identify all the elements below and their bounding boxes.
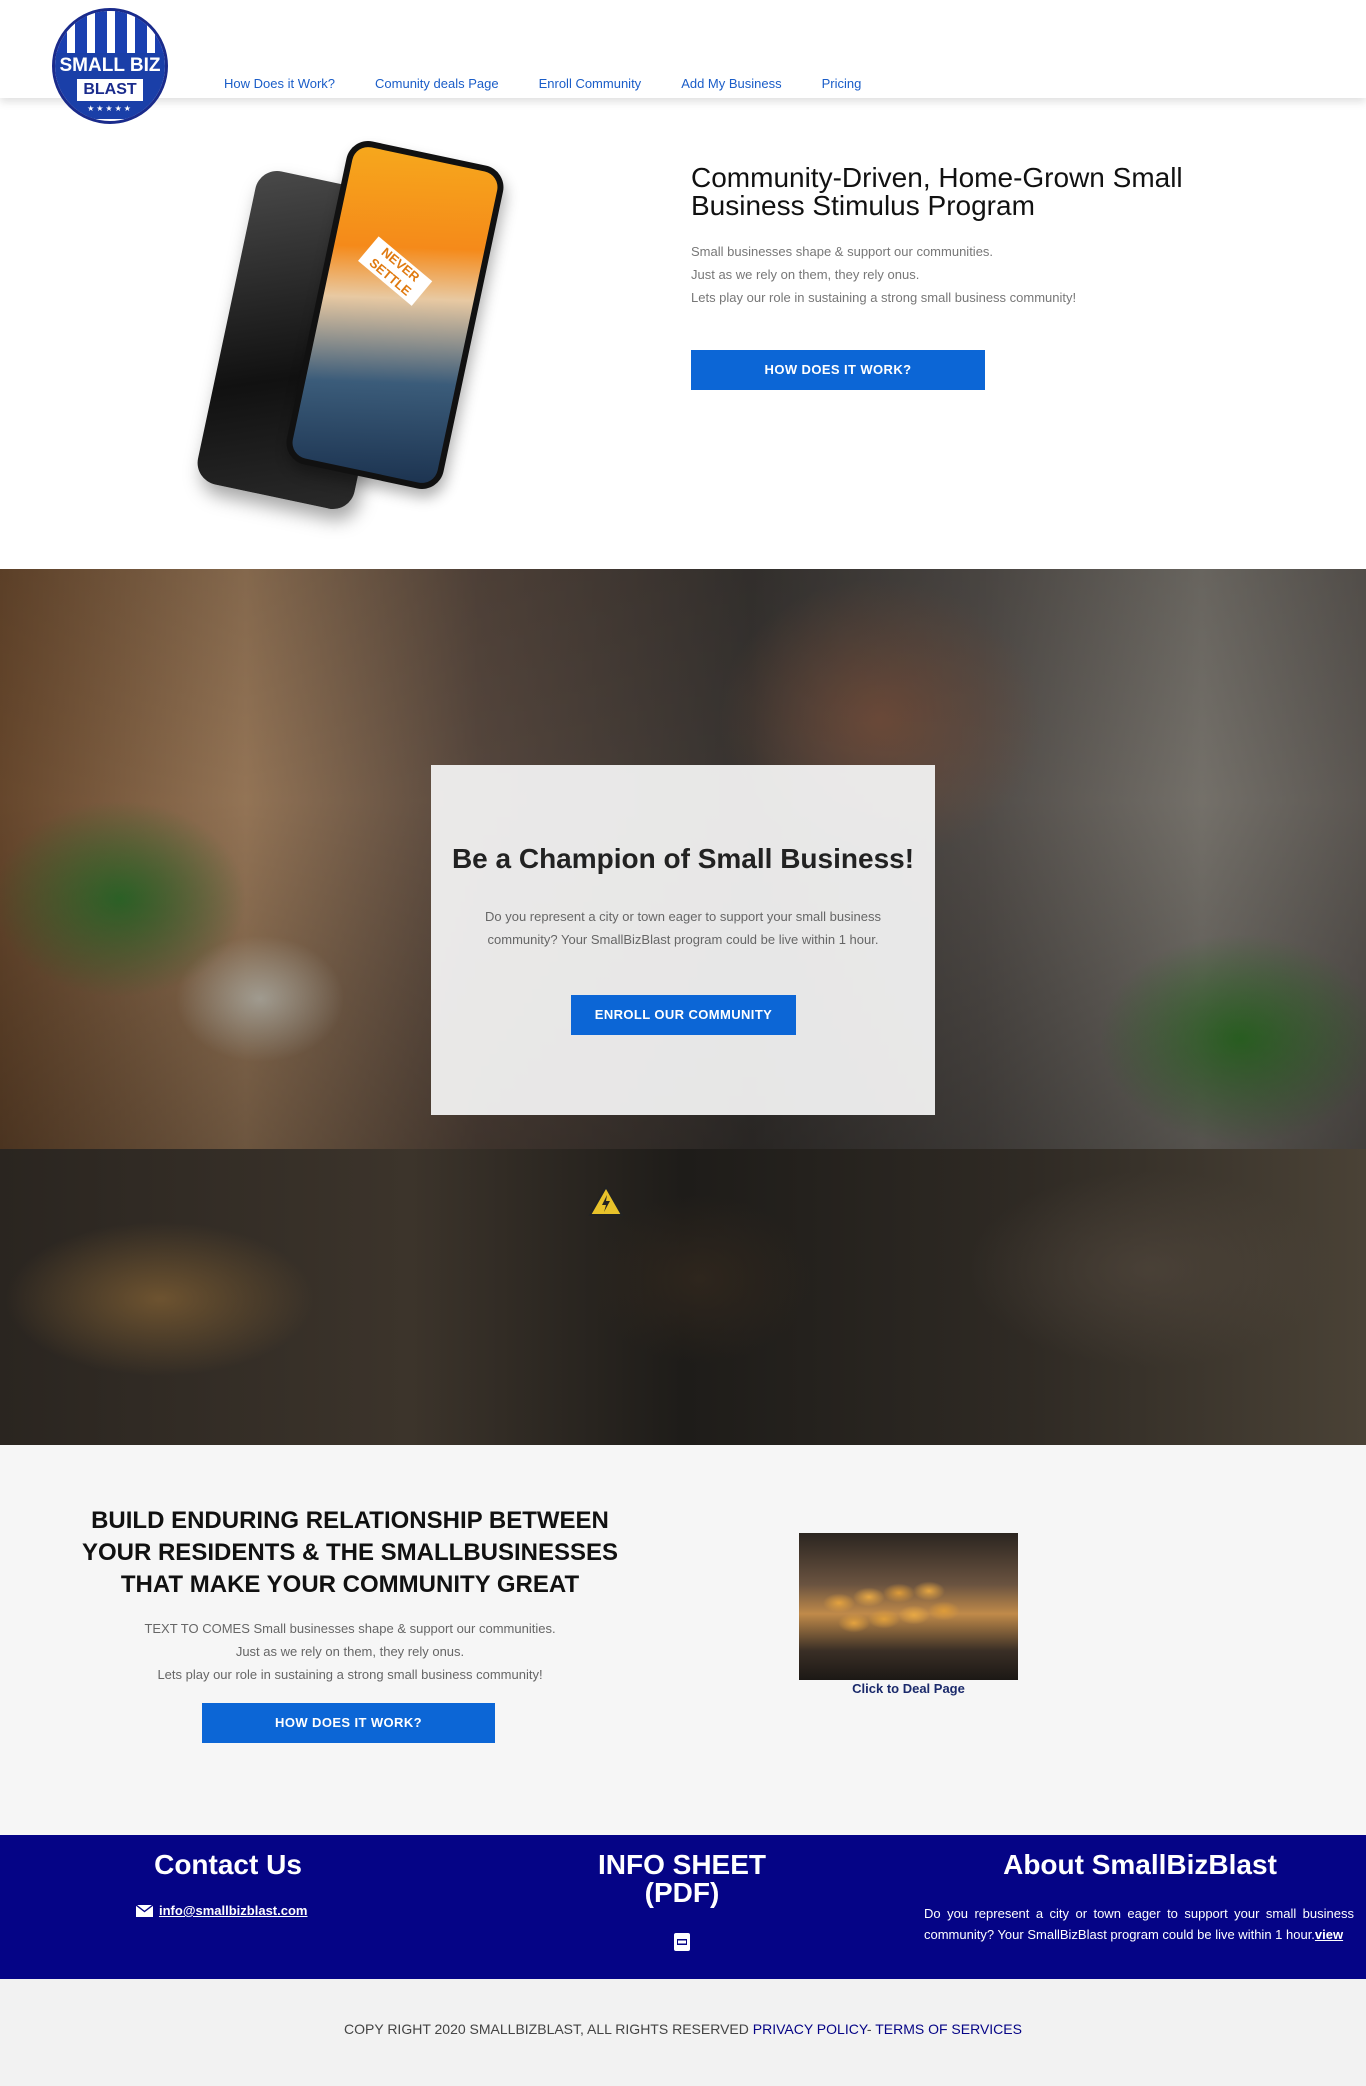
logo-stars: ★★★★★	[87, 104, 133, 113]
footer-info: Contact Us info@smallbizblast.com INFO S…	[0, 1835, 1366, 1979]
nav-add-business[interactable]: Add My Business	[681, 76, 781, 91]
nav-enroll-community[interactable]: Enroll Community	[539, 76, 642, 91]
warning-triangle-icon	[588, 1185, 624, 1216]
copyright-text: COPY RIGHT 2020 SMALLBIZBLAST, ALL RIGHT…	[344, 2021, 753, 2037]
hero-text-line: Lets play our role in sustaining a stron…	[691, 290, 1077, 305]
hero-title: Community-Driven, Home-Grown Small Busin…	[691, 162, 1183, 221]
deal-page-link[interactable]: Click to Deal Page	[799, 1681, 1018, 1696]
deal-page-image[interactable]	[799, 1533, 1018, 1680]
page: How Does it Work? Comunity deals Page En…	[0, 0, 1366, 2086]
contact-email-link[interactable]: info@smallbizblast.com	[159, 1903, 307, 1918]
workshop-photo-band	[0, 1149, 1366, 1445]
phone-screen-label: NEVER SETTLE	[358, 236, 433, 306]
info-sheet-title-line: INFO SHEET	[597, 1849, 766, 1880]
logo-text-small-biz: SMALL BIZ	[59, 55, 161, 76]
champion-title: Be a Champion of Small Business!	[451, 843, 915, 874]
cafe-photo-band: Be a Champion of Small Business! Do you …	[0, 569, 1366, 1149]
site-logo[interactable]: SMALL BIZ BLAST ★★★★★	[52, 8, 168, 124]
champion-card: Be a Champion of Small Business! Do you …	[431, 765, 935, 1115]
how-does-it-work-button[interactable]: HOW DOES IT WORK?	[691, 350, 985, 390]
site-header: How Does it Work? Comunity deals Page En…	[0, 0, 1366, 98]
logo-text-blast: BLAST	[77, 79, 143, 101]
about-text: Do you represent a city or town eager to…	[924, 1903, 1354, 1945]
relationship-text-line: Just as we rely on them, they rely onus.	[235, 1644, 465, 1659]
relationship-text-line: TEXT TO COMES Small businesses shape & s…	[144, 1621, 556, 1636]
hero-text-line: Small businesses shape & support our com…	[691, 244, 994, 259]
relationship-title: BUILD ENDURING RELATIONSHIP BETWEEN YOUR…	[81, 1507, 619, 1598]
hero-description: Small businesses shape & support our com…	[691, 240, 1211, 309]
relationship-section: BUILD ENDURING RELATIONSHIP BETWEEN YOUR…	[0, 1445, 1366, 1835]
nav-how-it-works[interactable]: How Does it Work?	[224, 76, 335, 91]
main-nav: How Does it Work? Comunity deals Page En…	[224, 76, 901, 91]
info-sheet-title-line: (PDF)	[644, 1877, 720, 1908]
champion-text: Do you represent a city or town eager to…	[485, 909, 881, 947]
hero-section: NEVER SETTLE Community-Driven, Home-Grow…	[0, 98, 1366, 568]
about-title: About SmallBizBlast	[1003, 1849, 1277, 1880]
nav-pricing[interactable]: Pricing	[822, 76, 862, 91]
copyright-bar: COPY RIGHT 2020 SMALLBIZBLAST, ALL RIGHT…	[0, 1979, 1366, 2086]
pdf-file-icon	[674, 1933, 690, 1951]
relationship-description: TEXT TO COMES Small businesses shape & s…	[100, 1617, 600, 1686]
how-does-it-work-button-2[interactable]: HOW DOES IT WORK?	[202, 1703, 495, 1743]
nav-community-deals[interactable]: Comunity deals Page	[375, 76, 499, 91]
hero-text-line: Just as we rely on them, they rely onus.	[691, 267, 920, 282]
privacy-policy-link[interactable]: PRIVACY POLICY	[753, 2021, 867, 2037]
copyright-line: COPY RIGHT 2020 SMALLBIZBLAST, ALL RIGHT…	[0, 2021, 1366, 2037]
phone-image: NEVER SETTLE	[180, 120, 510, 514]
terms-of-services-link[interactable]: TERMS OF SERVICES	[875, 2021, 1022, 2037]
copyright-separator: -	[866, 2021, 876, 2037]
about-description: Do you represent a city or town eager to…	[924, 1906, 1354, 1942]
enroll-community-button[interactable]: ENROLL OUR COMMUNITY	[571, 995, 796, 1035]
envelope-icon	[136, 1905, 153, 1917]
logo-awning	[55, 11, 165, 55]
about-view-link[interactable]: view	[1315, 1927, 1343, 1942]
contact-title: Contact Us	[154, 1849, 302, 1880]
relationship-text-line: Lets play our role in sustaining a stron…	[157, 1667, 543, 1682]
info-sheet-title: INFO SHEET (PDF)	[582, 1851, 782, 1907]
